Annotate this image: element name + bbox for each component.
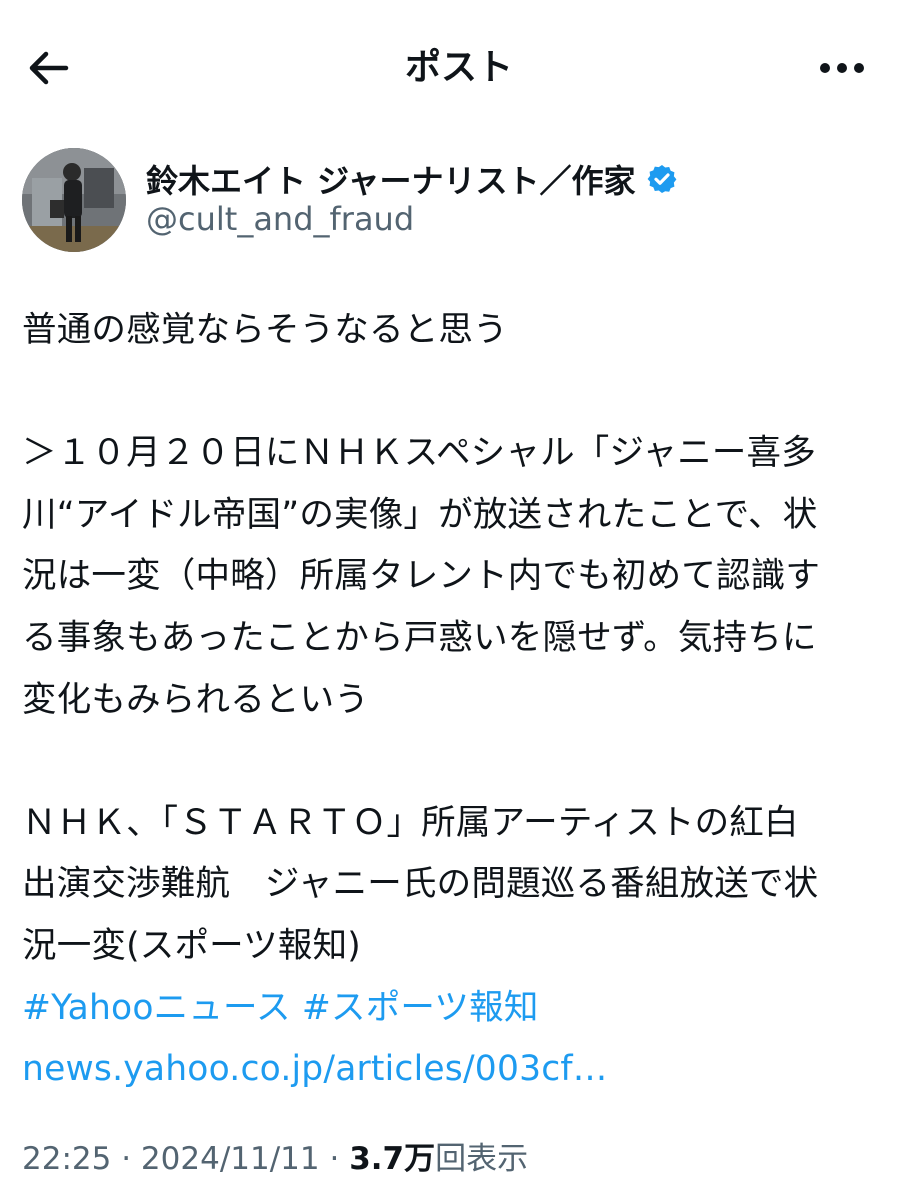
post-meta: 22:25 · 2024/11/11 · 3.7万回表示	[22, 1132, 528, 1186]
post-line: る事象もあったことから戸惑いを隠せず。気持ちに	[22, 617, 817, 658]
views-label: 回表示	[435, 1141, 529, 1177]
post-author: 鈴木エイト ジャーナリスト／作家 @cult_and_fraud	[22, 148, 892, 252]
display-name[interactable]: 鈴木エイト ジャーナリスト／作家	[146, 156, 636, 202]
post-line: 況は一変（中略）所属タレント内でも初めて認識す	[22, 556, 821, 597]
hashtag-yahoo-news[interactable]: #Yahooニュース	[22, 988, 291, 1028]
post-line: 普通の感覚ならそうなると思う	[22, 310, 508, 350]
views-count: 3.7	[349, 1141, 405, 1177]
page-title: ポスト	[404, 47, 513, 88]
post-line: 川“アイドル帝国”の実像」が放送されたことで、状	[22, 494, 818, 535]
meta-separator: ·	[121, 1141, 141, 1177]
views-unit: 万	[404, 1141, 436, 1177]
post-line: 況一変(スポーツ報知)	[22, 925, 361, 966]
user-handle[interactable]: @cult_and_fraud	[146, 200, 414, 238]
avatar[interactable]	[22, 148, 126, 252]
hashtag-sports-hochi[interactable]: #スポーツ報知	[302, 988, 539, 1028]
more-options-button[interactable]	[814, 40, 870, 96]
post-line-blank	[22, 362, 898, 424]
post-line: 変化もみられるという	[22, 679, 369, 720]
post-date[interactable]: 2024/11/11	[141, 1141, 320, 1177]
post-body: 普通の感覚ならそうなると思う ＞１０月２０日にＮＨＫスペシャル「ジャニー喜多 川…	[22, 300, 898, 1101]
avatar-photo	[22, 148, 126, 252]
post-line: ＞１０月２０日にＮＨＫスペシャル「ジャニー喜多	[22, 433, 816, 474]
more-dots-icon	[820, 63, 864, 73]
post-line: ＮＨＫ、「ＳＴＡＲＴＯ」所属アーティストの紅白	[22, 802, 799, 843]
hashtag-row: #Yahooニュース #スポーツ報知	[22, 978, 898, 1040]
verified-badge-icon	[647, 165, 676, 193]
name-row: 鈴木エイト ジャーナリスト／作家	[146, 156, 678, 202]
meta-separator: ·	[329, 1141, 350, 1177]
article-link[interactable]: news.yahoo.co.jp/articles/003cf…	[22, 1049, 607, 1089]
post-time[interactable]: 22:25	[22, 1141, 111, 1177]
post-line: 出演交渉難航 ジャニー氏の問題巡る番組放送で状	[22, 864, 819, 905]
top-bar: ポスト	[0, 0, 918, 130]
post-line-blank	[22, 731, 898, 793]
